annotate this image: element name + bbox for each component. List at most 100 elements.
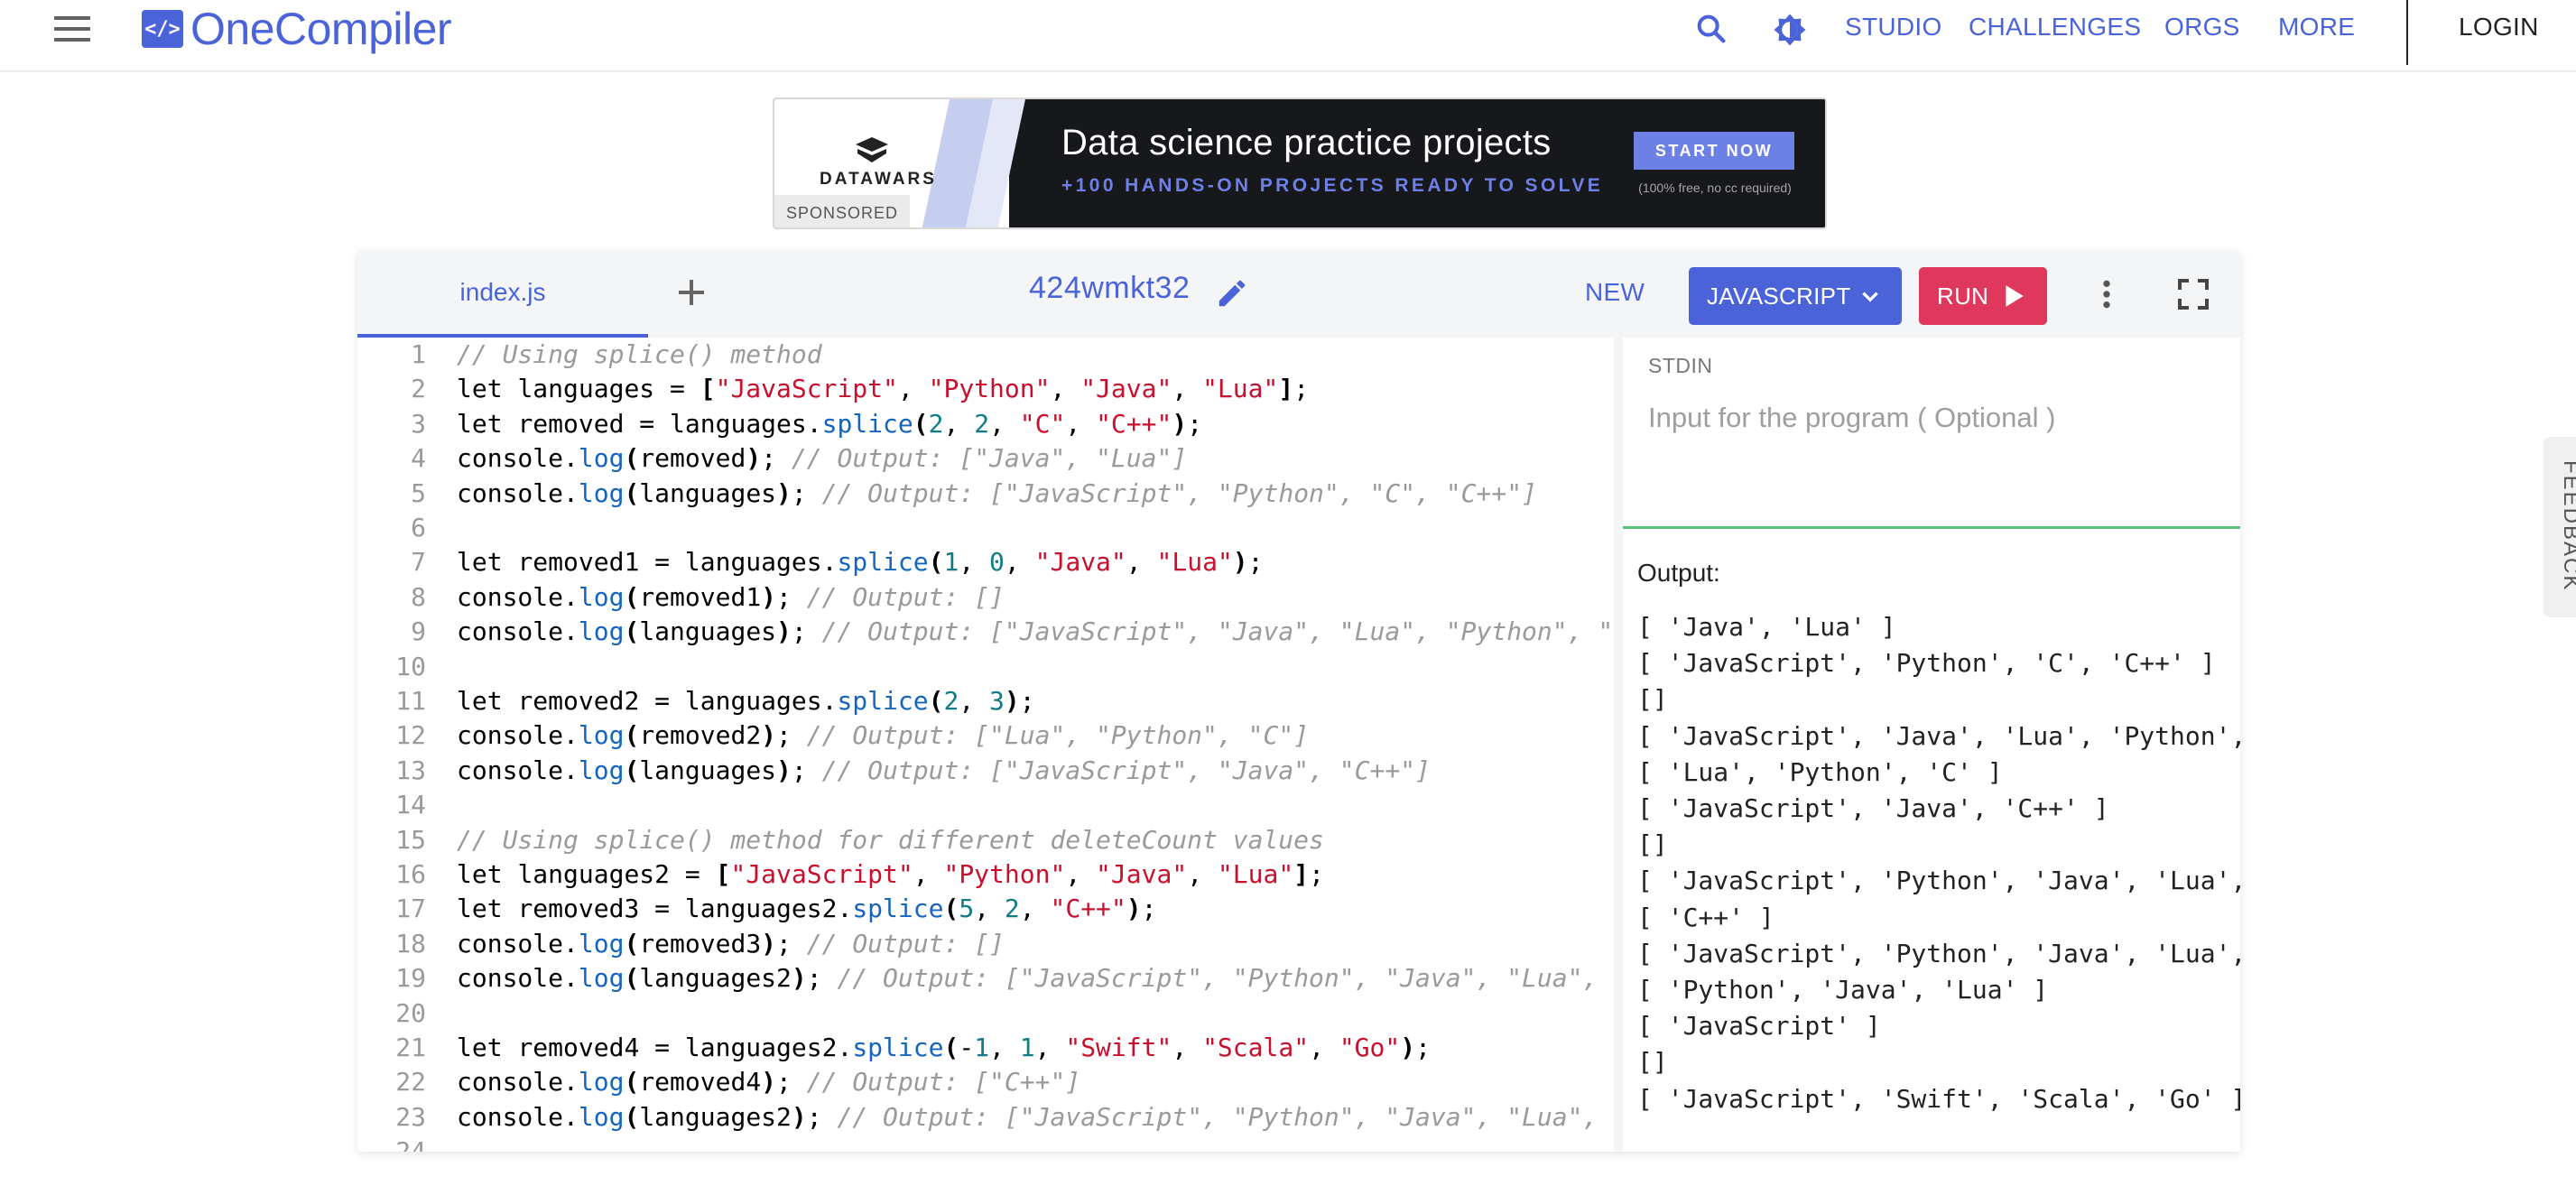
line-number: 18 [395, 928, 426, 959]
line-number: 3 [411, 408, 426, 439]
output-pane: Output: [ 'Java', 'Lua' ] [ 'JavaScript',… [1623, 532, 2240, 1152]
code-line[interactable]: let removed4 = languages2.splice(-1, 1, … [457, 1031, 1431, 1065]
line-number: 5 [411, 477, 426, 508]
nav-link-challenges[interactable]: CHALLENGES [1969, 13, 2141, 42]
line-number: 6 [411, 513, 426, 542]
output-line: [] [1637, 829, 1668, 860]
code-line[interactable]: console.log(removed3); // Output: [] [457, 927, 1005, 961]
line-number: 23 [395, 1101, 426, 1132]
line-number: 17 [395, 894, 426, 924]
stdin-label: STDIN [1648, 354, 1713, 377]
output-line: [ 'JavaScript', 'Python', 'Java', 'Lua', [1637, 866, 2240, 896]
new-button[interactable]: NEW [1585, 278, 1645, 307]
output-line: [ 'JavaScript', 'Python', 'Java', 'Lua', [1637, 938, 2240, 968]
login-button[interactable]: LOGIN [2459, 13, 2539, 42]
output-line: [ 'JavaScript', 'Swift', 'Scala', 'Go' ] [1637, 1083, 2240, 1114]
language-label: JAVASCRIPT [1707, 282, 1851, 310]
line-number: 24 [395, 1136, 426, 1152]
stdin-input[interactable] [1648, 395, 2217, 440]
feedback-label: FEEDBACK [2559, 460, 2576, 592]
nav-link-orgs[interactable]: ORGS [2164, 13, 2240, 42]
output-line: [ 'JavaScript', 'Java', 'Lua', 'Python', [1637, 720, 2240, 751]
datawars-logo-icon [856, 137, 888, 162]
line-number: 13 [395, 755, 426, 785]
line-number: 19 [395, 963, 426, 994]
run-label: RUN [1937, 282, 1989, 310]
project-name: 424wmkt32 [1029, 271, 1191, 305]
code-line[interactable]: console.log(languages2); // Output: ["Ja… [457, 1100, 1598, 1135]
file-tab-label: index.js [459, 278, 546, 306]
line-number: 4 [411, 443, 426, 474]
nav-link-more[interactable]: MORE [2278, 13, 2355, 42]
code-line[interactable]: let languages = ["JavaScript", "Python",… [457, 372, 1309, 406]
pane-splitter[interactable] [1614, 338, 1623, 1152]
line-number: 22 [395, 1067, 426, 1098]
code-line[interactable]: console.log(languages); // Output: ["Jav… [457, 615, 1613, 649]
line-number: 10 [395, 651, 426, 681]
line-number: 1 [411, 339, 426, 369]
play-icon [2006, 285, 2024, 307]
code-line[interactable]: // Using splice() method for different d… [457, 823, 1324, 857]
line-number-gutter: 1 2 3 4 5 6 7 8 9 10 11 12 13 14 15 16 17 18 19 20 21 22 23 24 [357, 338, 448, 1152]
line-number: 15 [395, 824, 426, 855]
line-number: 20 [395, 997, 426, 1028]
output-label: Output: [1637, 559, 1720, 587]
line-number: 11 [395, 686, 426, 716]
ad-subline: +100 HANDS-ON PROJECTS READY TO SOLVE [1061, 175, 1604, 196]
code-line[interactable]: console.log(removed2); // Output: ["Lua"… [457, 718, 1309, 753]
code-editor-panel: index.js 424wmkt32 NEW JAVASCRIPT RUN 1 … [357, 251, 2240, 1152]
search-icon[interactable] [1693, 11, 1729, 47]
line-number: 8 [411, 581, 426, 612]
output-line: [] [1637, 1047, 1668, 1078]
code-line[interactable]: let removed = languages.splice(2, 2, "C"… [457, 407, 1202, 441]
feedback-tab[interactable]: FEEDBACK [2544, 437, 2576, 617]
logo[interactable]: </> OneCompiler [142, 4, 452, 54]
code-line[interactable]: console.log(removed1); // Output: [] [457, 580, 1005, 615]
line-number: 14 [395, 790, 426, 820]
ad-headline: Data science practice projects [1061, 123, 1552, 162]
code-line[interactable]: console.log(languages); // Output: ["Jav… [457, 754, 1431, 788]
editor-toolbar: index.js 424wmkt32 NEW JAVASCRIPT RUN [357, 251, 2240, 338]
fullscreen-icon[interactable] [2175, 276, 2211, 312]
ad-note: (100% free, no cc required) [1638, 181, 1792, 195]
line-number: 16 [395, 859, 426, 889]
line-number: 21 [395, 1033, 426, 1062]
line-number: 12 [395, 720, 426, 751]
output-line: [ 'JavaScript' ] [1637, 1011, 1881, 1042]
output-line: [ 'Java', 'Lua' ] [1637, 612, 1896, 642]
line-number: 2 [411, 374, 426, 404]
menu-icon[interactable] [54, 16, 90, 43]
ad-start-now-button[interactable]: START NOW [1634, 132, 1794, 170]
line-number: 9 [411, 616, 426, 647]
top-navbar: </> OneCompiler STUDIO CHALLENGES ORGS M… [0, 0, 2576, 72]
edit-pencil-icon[interactable] [1215, 276, 1249, 310]
code-line[interactable]: console.log(languages2); // Output: ["Ja… [457, 961, 1598, 996]
chevron-down-icon [1862, 292, 1878, 302]
code-line[interactable]: // Using splice() method [457, 338, 822, 372]
output-line: [ 'C++' ] [1637, 902, 1774, 932]
language-select-button[interactable]: JAVASCRIPT [1689, 267, 1902, 325]
code-editor[interactable]: 1 2 3 4 5 6 7 8 9 10 11 12 13 14 15 16 17 18 19 20 21 22 23 24 … [357, 338, 1614, 1152]
code-line[interactable]: let removed1 = languages.splice(1, 0, "J… [457, 545, 1264, 579]
add-file-icon[interactable] [670, 271, 713, 314]
file-tab-index-js[interactable]: index.js [357, 251, 648, 338]
stdin-pane: STDIN [1623, 338, 2240, 529]
code-line[interactable]: console.log(removed); // Output: ["Java"… [457, 441, 1187, 476]
more-options-icon[interactable] [2089, 276, 2125, 312]
run-button[interactable]: RUN [1919, 267, 2047, 325]
output-line: [ 'Python', 'Java', 'Lua' ] [1637, 975, 2049, 1005]
code-line[interactable]: let removed3 = languages2.splice(5, 2, "… [457, 892, 1157, 926]
logo-text: OneCompiler [190, 4, 452, 54]
nav-divider [2406, 0, 2408, 65]
nav-link-studio[interactable]: STUDIO [1845, 13, 1942, 42]
logo-icon: </> [142, 10, 183, 48]
output-line: [ 'Lua', 'Python', 'C' ] [1637, 756, 2003, 787]
sponsored-label: SPONSORED [774, 195, 910, 227]
code-line[interactable]: let removed2 = languages.splice(2, 3); [457, 684, 1035, 718]
output-line: [ 'JavaScript', 'Python', 'C', 'C++' ] [1637, 648, 2216, 679]
code-line[interactable]: console.log(removed4); // Output: ["C++"… [457, 1065, 1080, 1099]
sponsored-ad-banner[interactable]: DATAWARS SPONSORED Data science practice… [773, 97, 1827, 229]
code-line[interactable]: let languages2 = ["JavaScript", "Python"… [457, 857, 1324, 892]
code-line[interactable]: console.log(languages); // Output: ["Jav… [457, 477, 1537, 511]
theme-toggle-icon[interactable] [1771, 11, 1809, 49]
